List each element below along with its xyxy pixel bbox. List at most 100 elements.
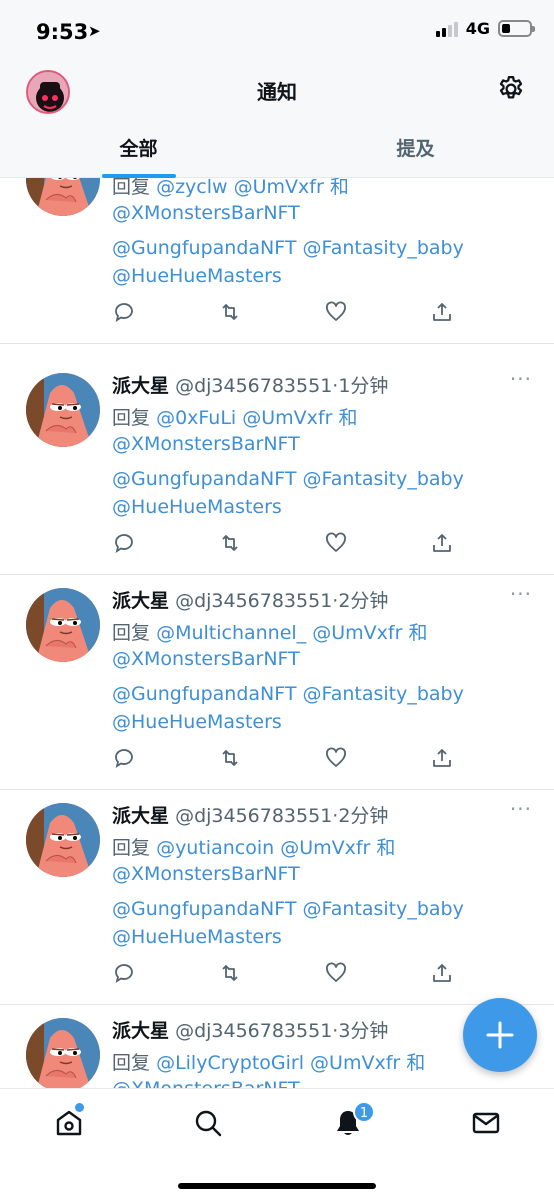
mention-link[interactable]: @HueHueMasters <box>112 711 282 733</box>
timestamp: 1分钟 <box>338 375 389 397</box>
mention-link[interactable]: @HueHueMasters <box>112 496 282 518</box>
and-word: 和 <box>406 1052 426 1074</box>
notifications-feed[interactable]: 派大星 @dj3456783551·1分钟 ··· 回复 @zyclw @UmV… <box>0 178 554 1088</box>
mention-link[interactable]: @Multichannel_ <box>156 622 306 644</box>
more-options-icon[interactable]: ··· <box>510 367 532 391</box>
patrick-avatar-icon <box>26 803 100 877</box>
share-icon[interactable] <box>430 746 454 770</box>
share-icon[interactable] <box>430 300 454 324</box>
mention-link[interactable]: @UmVxfr <box>280 837 370 859</box>
timestamp: 3分钟 <box>338 1020 389 1042</box>
mention-link[interactable]: @LilyCryptoGirl <box>156 1052 304 1074</box>
mention-line: @GungfupandaNFT @Fantasity_baby <box>112 898 464 920</box>
tweet-actions <box>112 300 532 326</box>
like-heart-icon[interactable] <box>324 961 348 985</box>
notification-count-badge: 1 <box>353 1101 375 1123</box>
notification-item[interactable]: 派大星 @dj3456783551·1分钟 ··· 回复 @0xFuLi @Um… <box>0 359 554 575</box>
mention-link[interactable]: @HueHueMasters <box>112 265 282 287</box>
tweet-actions <box>112 746 532 772</box>
like-heart-icon[interactable] <box>324 531 348 555</box>
and-word: 和 <box>408 622 428 644</box>
notification-author: 派大星 @dj3456783551·2分钟 <box>112 586 388 613</box>
mention-link[interactable]: @GungfupandaNFT <box>112 468 296 490</box>
reply-prefix: 回复 <box>112 622 151 644</box>
share-icon[interactable] <box>430 961 454 985</box>
mention-link[interactable]: @UmVxfr <box>234 178 324 198</box>
tab-mentions[interactable]: 提及 <box>277 122 554 178</box>
notification-author: 派大星 @dj3456783551·1分钟 <box>112 371 388 398</box>
reply-icon[interactable] <box>112 746 136 770</box>
mention-link[interactable]: @yutiancoin <box>156 837 274 859</box>
mention-link[interactable]: @UmVxfr <box>312 622 402 644</box>
notification-item[interactable]: 派大星 @dj3456783551·1分钟 ··· 回复 @zyclw @UmV… <box>0 178 554 344</box>
display-name[interactable]: 派大星 <box>112 805 169 827</box>
retweet-icon[interactable] <box>218 961 242 985</box>
tab-all[interactable]: 全部 <box>0 122 277 178</box>
retweet-icon[interactable] <box>218 746 242 770</box>
user-avatar[interactable] <box>26 373 100 447</box>
mention-link[interactable]: @GungfupandaNFT <box>112 237 296 259</box>
compose-button[interactable] <box>463 998 537 1072</box>
user-avatar[interactable] <box>26 1018 100 1088</box>
share-icon[interactable] <box>430 531 454 555</box>
home-unread-dot <box>75 1103 84 1112</box>
user-avatar[interactable] <box>26 803 100 877</box>
mention-link[interactable]: @XMonstersBarNFT <box>112 1078 300 1088</box>
reply-prefix: 回复 <box>112 837 151 859</box>
notification-tabs: 全部 提及 <box>0 122 554 178</box>
like-heart-icon[interactable] <box>324 300 348 324</box>
reply-icon[interactable] <box>112 961 136 985</box>
settings-gear-icon[interactable] <box>496 74 526 104</box>
user-avatar[interactable] <box>26 588 100 662</box>
mention-link[interactable]: @zyclw <box>156 178 227 198</box>
mention-line: @GungfupandaNFT @Fantasity_baby <box>112 683 464 705</box>
mention-line: @GungfupandaNFT @Fantasity_baby <box>112 237 464 259</box>
mention-link[interactable]: @GungfupandaNFT <box>112 683 296 705</box>
notification-author: 派大星 @dj3456783551·3分钟 <box>112 1016 388 1043</box>
mention-link[interactable]: @0xFuLi <box>156 407 236 429</box>
retweet-icon[interactable] <box>218 531 242 555</box>
mention-link[interactable]: @UmVxfr <box>242 407 332 429</box>
mention-link[interactable]: @XMonstersBarNFT <box>112 863 300 885</box>
notification-item[interactable]: 派大星 @dj3456783551·2分钟 ··· 回复 @yutiancoin… <box>0 789 554 1005</box>
mention-link[interactable]: @Fantasity_baby <box>303 468 464 490</box>
reply-context: 回复 @Multichannel_ @UmVxfr 和 <box>112 618 427 645</box>
location-arrow-icon: ➤ <box>88 22 101 40</box>
retweet-icon[interactable] <box>218 300 242 324</box>
like-heart-icon[interactable] <box>324 746 348 770</box>
mention-link[interactable]: @UmVxfr <box>310 1052 400 1074</box>
more-options-icon[interactable]: ··· <box>510 582 532 606</box>
more-options-icon[interactable]: ··· <box>510 797 532 821</box>
mention-link[interactable]: @HueHueMasters <box>112 926 282 948</box>
tweet-actions <box>112 961 532 987</box>
mention-link[interactable]: @XMonstersBarNFT <box>112 433 300 455</box>
mail-icon[interactable] <box>470 1107 502 1139</box>
network-label: 4G <box>465 19 490 38</box>
and-word: 和 <box>329 178 349 198</box>
plus-icon <box>486 1021 514 1049</box>
mention-link[interactable]: @GungfupandaNFT <box>112 898 296 920</box>
reply-prefix: 回复 <box>112 178 151 198</box>
notification-item[interactable]: 派大星 @dj3456783551·2分钟 ··· 回复 @Multichann… <box>0 574 554 790</box>
mention-link[interactable]: @XMonstersBarNFT <box>112 648 300 670</box>
reply-prefix: 回复 <box>112 407 151 429</box>
and-word: 和 <box>376 837 396 859</box>
reply-icon[interactable] <box>112 300 136 324</box>
mention-link[interactable]: @Fantasity_baby <box>303 683 464 705</box>
mention-link[interactable]: @Fantasity_baby <box>303 237 464 259</box>
display-name[interactable]: 派大星 <box>112 590 169 612</box>
search-icon[interactable] <box>192 1107 224 1139</box>
display-name[interactable]: 派大星 <box>112 375 169 397</box>
patrick-avatar-icon <box>26 588 100 662</box>
reply-icon[interactable] <box>112 531 136 555</box>
patrick-avatar-icon <box>26 178 100 216</box>
patrick-avatar-icon <box>26 1018 100 1088</box>
user-avatar[interactable] <box>26 178 100 216</box>
mention-line: @GungfupandaNFT @Fantasity_baby <box>112 468 464 490</box>
notifications-header: 通知 全部 提及 <box>0 62 554 178</box>
mention-link[interactable]: @Fantasity_baby <box>303 898 464 920</box>
mention-link[interactable]: @XMonstersBarNFT <box>112 202 300 224</box>
display-name[interactable]: 派大星 <box>112 1020 169 1042</box>
notification-author: 派大星 @dj3456783551·2分钟 <box>112 801 388 828</box>
reply-context: 回复 @zyclw @UmVxfr 和 <box>112 178 349 199</box>
